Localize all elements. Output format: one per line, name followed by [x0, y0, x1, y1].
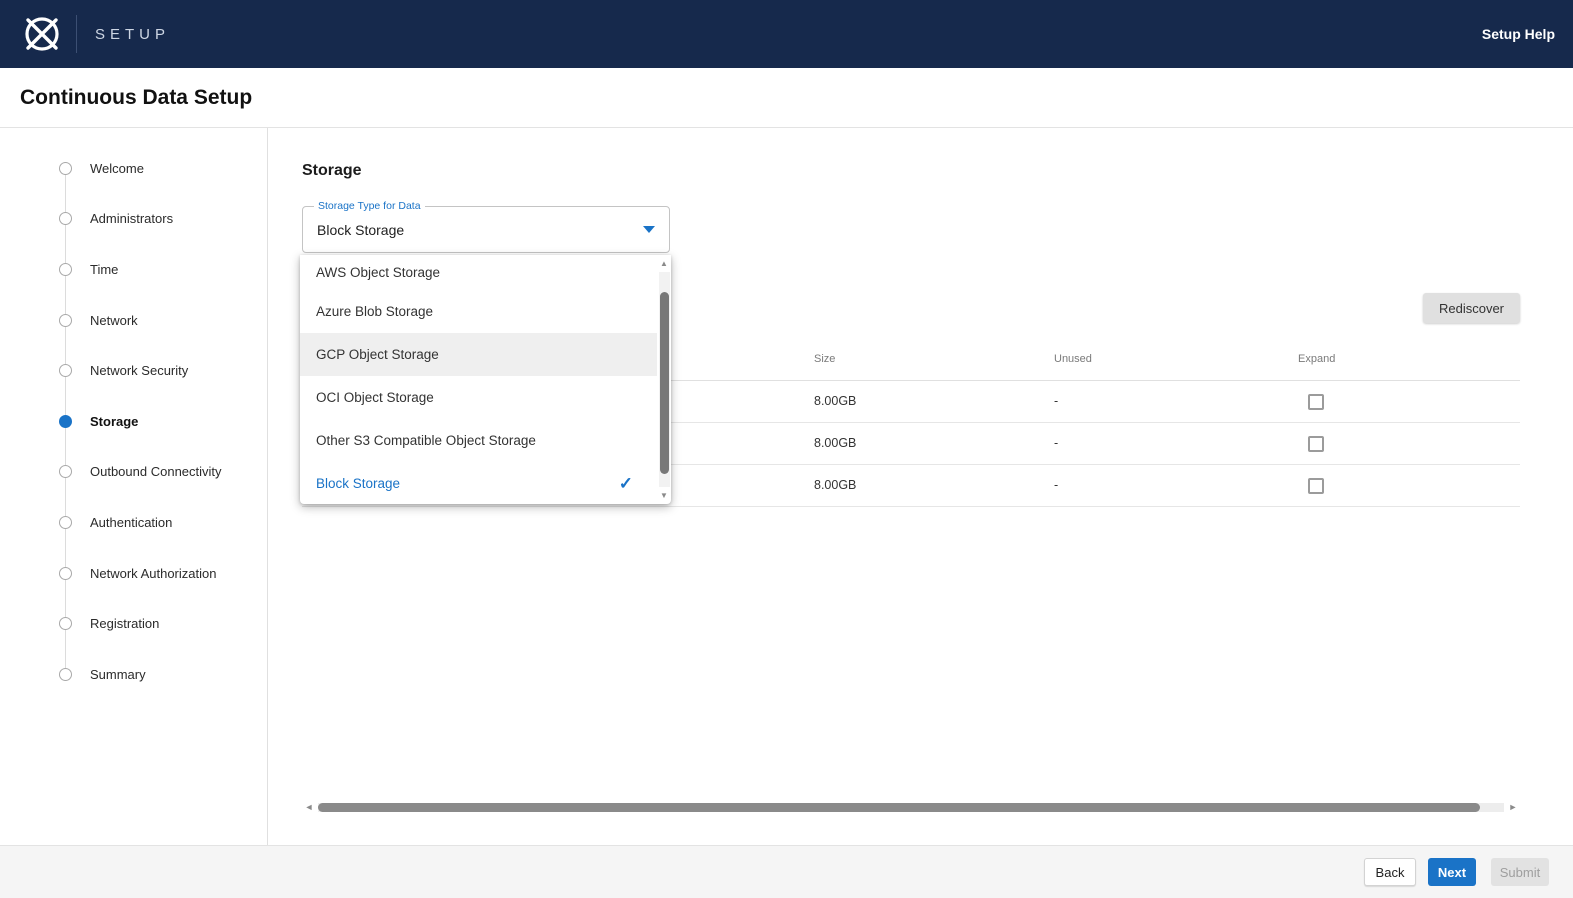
top-app-bar: SETUP Setup Help: [0, 0, 1573, 68]
option-label: OCI Object Storage: [316, 390, 434, 405]
option-block-storage[interactable]: Block Storage ✓: [300, 462, 657, 504]
next-button[interactable]: Next: [1428, 858, 1476, 886]
sidebar-item-label: Time: [90, 262, 118, 277]
option-aws-object-storage[interactable]: AWS Object Storage: [300, 255, 657, 290]
setup-help-link[interactable]: Setup Help: [1482, 26, 1555, 42]
scroll-left-icon[interactable]: ◄: [302, 802, 316, 812]
storage-type-select-label: Storage Type for Data: [314, 200, 425, 212]
cell-unused: -: [1054, 478, 1058, 492]
step-circle-icon: [59, 465, 72, 478]
dropdown-scrollbar[interactable]: ▲ ▼: [657, 255, 671, 504]
sidebar-item-label: Network: [90, 313, 138, 328]
rediscover-button[interactable]: Rediscover: [1423, 293, 1520, 323]
storage-type-dropdown: AWS Object Storage Azure Blob Storage GC…: [300, 255, 671, 504]
scroll-down-icon[interactable]: ▼: [657, 487, 671, 504]
scroll-right-icon[interactable]: ►: [1506, 802, 1520, 812]
sidebar-item-registration[interactable]: Registration: [0, 598, 267, 649]
delphix-logo-icon: [14, 11, 70, 57]
sidebar-item-label: Network Authorization: [90, 566, 216, 581]
footer-action-bar: Back Next Submit: [0, 845, 1573, 898]
sidebar-item-label: Welcome: [90, 161, 144, 176]
storage-type-select-value: Block Storage: [317, 222, 404, 238]
setup-stepper-sidebar: Welcome Administrators Time Network Netw…: [0, 128, 268, 845]
expand-checkbox[interactable]: [1308, 478, 1324, 494]
storage-type-select[interactable]: Storage Type for Data Block Storage: [302, 206, 670, 253]
sidebar-item-storage[interactable]: Storage: [0, 396, 267, 447]
chevron-down-icon[interactable]: [643, 226, 655, 233]
expand-checkbox[interactable]: [1308, 394, 1324, 410]
check-icon: ✓: [619, 474, 633, 494]
column-header-size: Size: [814, 353, 835, 365]
option-other-s3-compatible-object-storage[interactable]: Other S3 Compatible Object Storage: [300, 419, 657, 462]
step-circle-icon: [59, 162, 72, 175]
scroll-up-icon[interactable]: ▲: [657, 255, 671, 272]
option-label: Block Storage: [316, 476, 400, 491]
storage-section-heading: Storage: [302, 162, 362, 180]
step-circle-icon: [59, 364, 72, 377]
option-azure-blob-storage[interactable]: Azure Blob Storage: [300, 290, 657, 333]
horizontal-scrollbar[interactable]: ◄ ►: [302, 799, 1520, 815]
step-circle-icon: [59, 668, 72, 681]
option-label: Azure Blob Storage: [316, 304, 433, 319]
cell-size: 8.00GB: [814, 394, 856, 408]
sidebar-item-network-security[interactable]: Network Security: [0, 345, 267, 396]
cell-unused: -: [1054, 436, 1058, 450]
option-gcp-object-storage[interactable]: GCP Object Storage: [300, 333, 657, 376]
sidebar-item-authentication[interactable]: Authentication: [0, 497, 267, 548]
step-circle-icon: [59, 263, 72, 276]
sidebar-item-label: Outbound Connectivity: [90, 464, 222, 479]
page-title: Continuous Data Setup: [20, 86, 252, 110]
step-circle-icon: [59, 617, 72, 630]
brand-setup-label: SETUP: [95, 26, 170, 43]
cell-unused: -: [1054, 394, 1058, 408]
step-circle-icon: [59, 516, 72, 529]
dropdown-scrollbar-thumb[interactable]: [660, 292, 669, 474]
sidebar-item-outbound-connectivity[interactable]: Outbound Connectivity: [0, 447, 267, 498]
dropdown-options-list: AWS Object Storage Azure Blob Storage GC…: [300, 255, 657, 504]
horizontal-scrollbar-track[interactable]: [318, 803, 1504, 812]
title-bar: Continuous Data Setup: [0, 68, 1573, 128]
step-circle-icon: [59, 567, 72, 580]
sidebar-item-label: Authentication: [90, 515, 172, 530]
brand-divider: [76, 15, 77, 53]
sidebar-item-label: Summary: [90, 667, 146, 682]
sidebar-item-label: Storage: [90, 414, 138, 429]
option-oci-object-storage[interactable]: OCI Object Storage: [300, 376, 657, 419]
sidebar-item-label: Network Security: [90, 363, 188, 378]
sidebar-item-administrators[interactable]: Administrators: [0, 194, 267, 245]
option-label: Other S3 Compatible Object Storage: [316, 433, 536, 448]
sidebar-item-welcome[interactable]: Welcome: [0, 143, 267, 194]
submit-button[interactable]: Submit: [1491, 858, 1549, 886]
sidebar-item-label: Registration: [90, 616, 159, 631]
step-circle-icon: [59, 212, 72, 225]
sidebar-item-summary[interactable]: Summary: [0, 649, 267, 700]
column-header-unused: Unused: [1054, 353, 1092, 365]
sidebar-item-network-authorization[interactable]: Network Authorization: [0, 548, 267, 599]
column-header-expand: Expand: [1298, 353, 1335, 365]
cell-size: 8.00GB: [814, 436, 856, 450]
step-circle-active-icon: [59, 415, 72, 428]
horizontal-scrollbar-thumb[interactable]: [318, 803, 1480, 812]
option-label: GCP Object Storage: [316, 347, 439, 362]
sidebar-item-time[interactable]: Time: [0, 244, 267, 295]
expand-checkbox[interactable]: [1308, 436, 1324, 452]
step-circle-icon: [59, 314, 72, 327]
sidebar-item-label: Administrators: [90, 211, 173, 226]
back-button[interactable]: Back: [1364, 858, 1416, 886]
setup-app-window: SETUP Setup Help Continuous Data Setup W…: [0, 0, 1573, 898]
cell-size: 8.00GB: [814, 478, 856, 492]
sidebar-item-network[interactable]: Network: [0, 295, 267, 346]
dropdown-scrollbar-track[interactable]: [659, 272, 670, 487]
option-label: AWS Object Storage: [316, 265, 440, 280]
